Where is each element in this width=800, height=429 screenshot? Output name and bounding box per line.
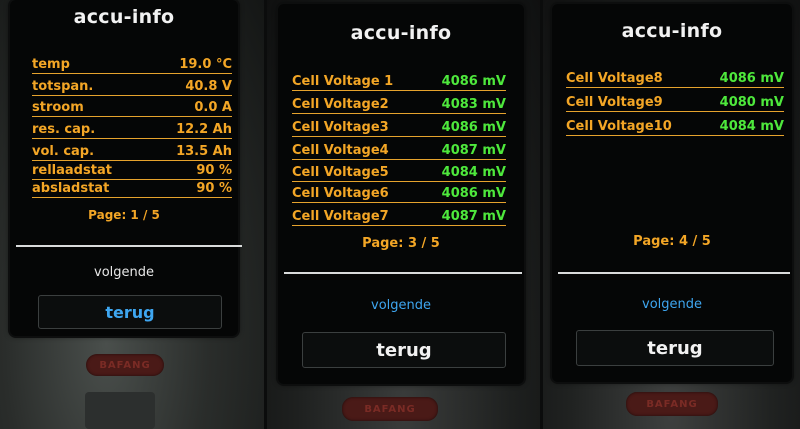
info-row-stroom: stroom 0.0 A	[32, 100, 232, 117]
row-label: temp	[32, 57, 70, 72]
screen-title: accu-info	[621, 20, 723, 42]
divider	[16, 245, 242, 247]
row-label: Cell Voltage5	[292, 165, 389, 180]
row-value: 4086 mV	[441, 120, 506, 135]
row-label: Cell Voltage 1	[292, 74, 394, 89]
row-label: totspan.	[32, 79, 94, 94]
row-value: 90 %	[196, 163, 232, 178]
cell-row-6: Cell Voltage6 4086 mV	[292, 186, 506, 203]
info-row-absladstat: absladstat 90 %	[32, 181, 232, 198]
page-indicator: Page: 1 / 5	[88, 208, 160, 222]
cell-row-2: Cell Voltage2 4083 mV	[292, 97, 506, 114]
cell-row-7: Cell Voltage7 4087 mV	[292, 209, 506, 226]
back-button[interactable]: terug	[576, 330, 774, 366]
cell-row-3: Cell Voltage3 4086 mV	[292, 120, 506, 137]
next-button[interactable]: volgende	[10, 265, 238, 280]
row-value: 4086 mV	[441, 74, 506, 89]
cell-row-8: Cell Voltage8 4086 mV	[566, 71, 784, 88]
row-value: 4084 mV	[441, 165, 506, 180]
row-value: 0.0 A	[194, 100, 232, 115]
screen-title: accu-info	[73, 6, 175, 28]
display-screen-1: accu-info temp 19.0 °C totspan. 40.8 V s…	[10, 0, 242, 336]
row-value: 12.2 Ah	[176, 122, 232, 137]
row-label: Cell Voltage9	[566, 95, 663, 110]
display-screen-3: accu-info Cell Voltage8 4086 mV Cell Vol…	[552, 4, 792, 382]
row-label: Cell Voltage10	[566, 119, 672, 134]
row-value: 4087 mV	[441, 209, 506, 224]
row-value: 4086 mV	[441, 186, 506, 201]
row-label: Cell Voltage8	[566, 71, 663, 86]
cell-row-1: Cell Voltage 1 4086 mV	[292, 74, 506, 91]
page-indicator: Page: 3 / 5	[362, 236, 440, 251]
row-value: 4084 mV	[719, 119, 784, 134]
page-indicator: Page: 4 / 5	[633, 234, 711, 249]
info-row-res-cap: res. cap. 12.2 Ah	[32, 122, 232, 139]
display-photo-3: accu-info Cell Voltage8 4086 mV Cell Vol…	[542, 0, 800, 429]
next-button[interactable]: volgende	[278, 298, 524, 313]
photo-collage: accu-info temp 19.0 °C totspan. 40.8 V s…	[0, 0, 800, 429]
row-value: 40.8 V	[185, 79, 232, 94]
cell-row-10: Cell Voltage10 4084 mV	[566, 119, 784, 136]
row-value: 90 %	[196, 181, 232, 196]
info-row-vol-cap: vol. cap. 13.5 Ah	[32, 144, 232, 161]
cell-row-9: Cell Voltage9 4080 mV	[566, 95, 784, 112]
row-label: Cell Voltage3	[292, 120, 389, 135]
divider	[284, 272, 522, 274]
next-button[interactable]: volgende	[552, 297, 792, 312]
display-photo-2: accu-info Cell Voltage 1 4086 mV Cell Vo…	[266, 0, 542, 429]
cell-row-4: Cell Voltage4 4087 mV	[292, 143, 506, 160]
screen-title: accu-info	[350, 22, 452, 44]
row-value: 4087 mV	[441, 143, 506, 158]
row-value: 19.0 °C	[179, 57, 232, 72]
display-photo-1: accu-info temp 19.0 °C totspan. 40.8 V s…	[0, 0, 266, 429]
row-label: Cell Voltage6	[292, 186, 389, 201]
row-value: 13.5 Ah	[176, 144, 232, 159]
info-row-temp: temp 19.0 °C	[32, 57, 232, 74]
cell-row-5: Cell Voltage5 4084 mV	[292, 165, 506, 182]
bafang-logo: BAFANG	[342, 397, 438, 421]
photo-seam	[264, 0, 267, 429]
row-value: 4086 mV	[719, 71, 784, 86]
display-screen-2: accu-info Cell Voltage 1 4086 mV Cell Vo…	[278, 4, 524, 384]
bafang-logo: BAFANG	[86, 354, 164, 376]
back-button[interactable]: terug	[38, 295, 222, 329]
row-label: Cell Voltage7	[292, 209, 389, 224]
row-label: absladstat	[32, 181, 110, 196]
divider	[558, 272, 790, 274]
info-row-rellaadstat: rellaadstat 90 %	[32, 163, 232, 180]
row-label: vol. cap.	[32, 144, 95, 159]
row-label: rellaadstat	[32, 163, 112, 178]
row-label: Cell Voltage4	[292, 143, 389, 158]
photo-seam	[540, 0, 543, 429]
back-button[interactable]: terug	[302, 332, 506, 368]
row-label: stroom	[32, 100, 84, 115]
bafang-logo: BAFANG	[626, 392, 718, 416]
row-label: Cell Voltage2	[292, 97, 389, 112]
info-row-totspan: totspan. 40.8 V	[32, 79, 232, 96]
display-mount	[85, 392, 155, 429]
row-value: 4080 mV	[719, 95, 784, 110]
row-value: 4083 mV	[441, 97, 506, 112]
row-label: res. cap.	[32, 122, 96, 137]
